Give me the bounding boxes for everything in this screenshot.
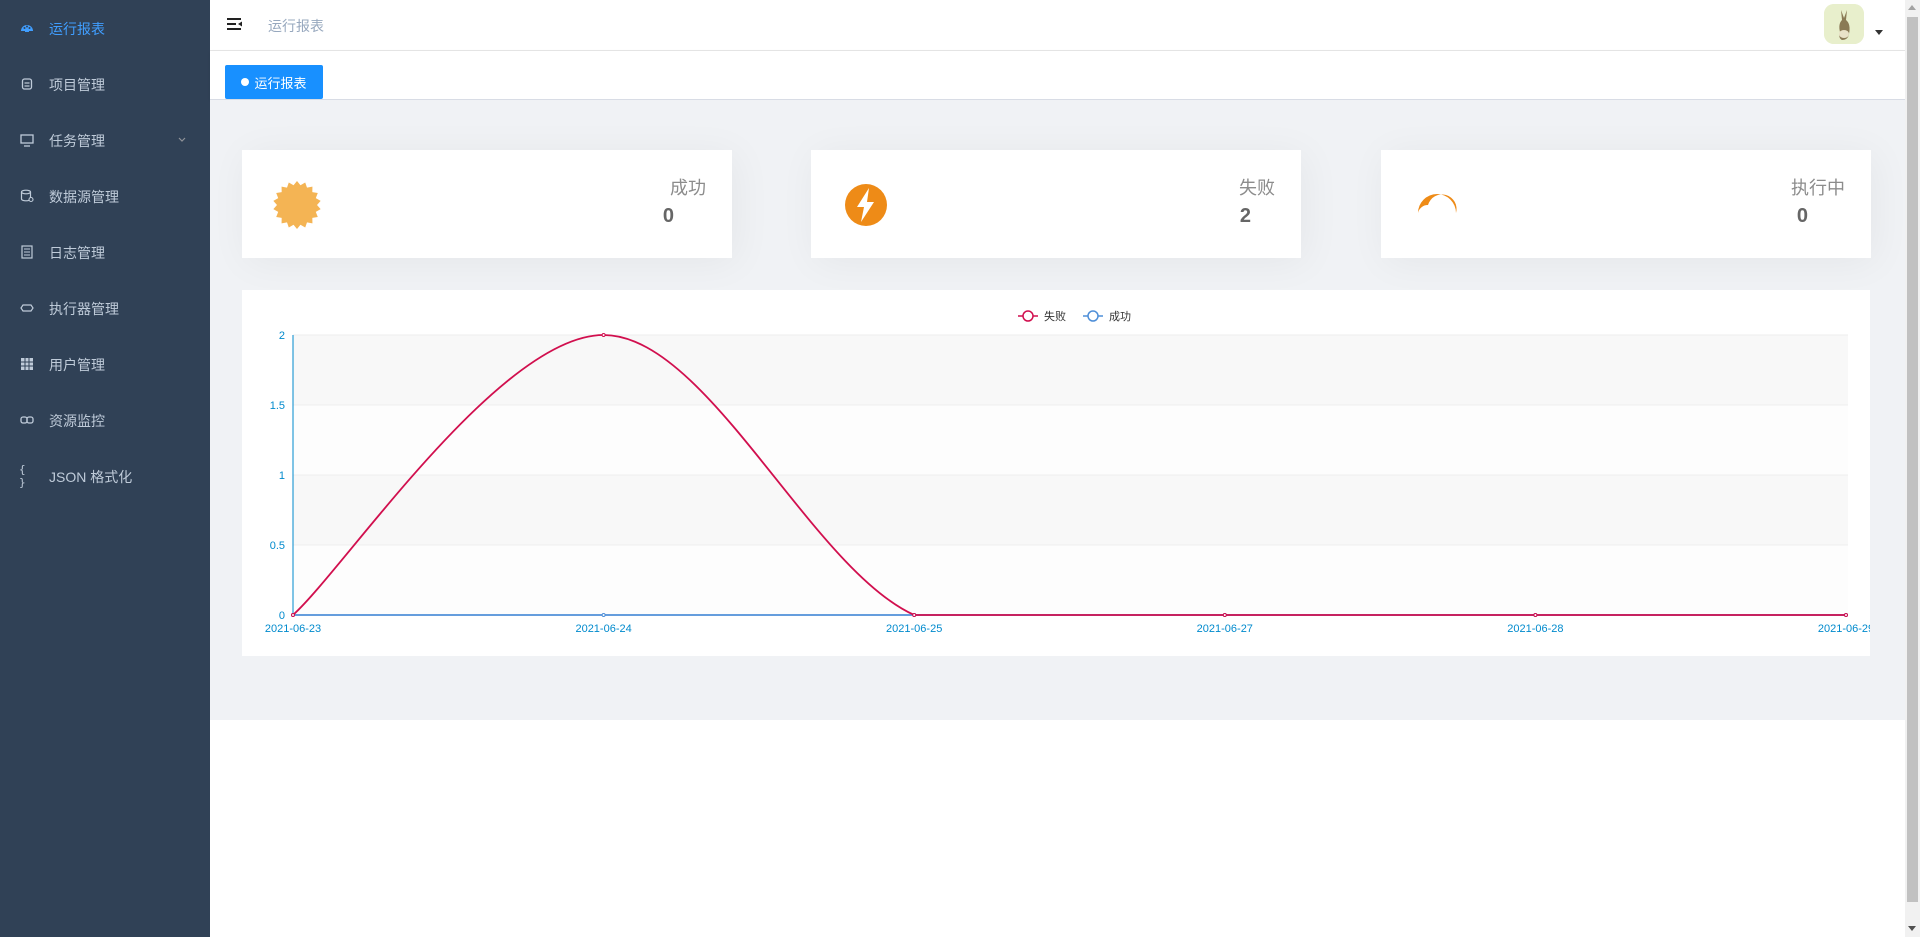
x-tick-label: 2021-06-29 xyxy=(1818,623,1870,635)
data-point xyxy=(291,613,295,617)
tags-view: 运行报表 xyxy=(210,51,1905,100)
sidebar-item-label: 执行器管理 xyxy=(49,301,119,317)
running-card: 执行中 0 xyxy=(1381,150,1871,258)
breadcrumb: 运行报表 xyxy=(268,18,324,34)
card-value: 0 xyxy=(662,205,674,227)
fail-card: 失败 2 xyxy=(811,150,1301,258)
sidebar-item-json[interactable]: { } JSON 格式化 xyxy=(0,449,210,505)
sidebar-item-label: 日志管理 xyxy=(49,245,105,261)
table-icon xyxy=(19,356,35,372)
sidebar-item-user[interactable]: 用户管理 xyxy=(0,337,210,393)
tab-label: 运行报表 xyxy=(254,75,307,91)
project-icon xyxy=(19,76,35,92)
caret-down-icon[interactable] xyxy=(1875,30,1883,35)
grid-band xyxy=(293,545,1848,615)
y-tick-label: 2 xyxy=(279,330,285,342)
sidebar-item-label: 项目管理 xyxy=(49,77,105,93)
sidebar-item-label: 数据源管理 xyxy=(49,189,119,205)
data-point xyxy=(601,613,606,617)
sidebar-item-label: 运行报表 xyxy=(49,21,105,37)
legend-marker xyxy=(1022,310,1034,322)
sidebar-item-datasource[interactable]: 数据源管理 xyxy=(0,169,210,225)
grid-band xyxy=(293,475,1848,545)
document-icon xyxy=(19,244,35,260)
scroll-thumb[interactable] xyxy=(1907,17,1918,902)
success-card: 成功 0 xyxy=(242,150,732,258)
card-label: 失败 xyxy=(1239,178,1275,198)
braces-icon: { } xyxy=(19,463,26,489)
sidebar-item-monitor[interactable]: 资源监控 xyxy=(0,393,210,449)
data-point xyxy=(1222,613,1227,617)
sidebar-item-label: 任务管理 xyxy=(49,133,105,149)
grid-band xyxy=(293,335,1848,405)
y-tick-label: 1 xyxy=(279,470,285,482)
legend-label: 失败 xyxy=(1044,309,1066,323)
data-point xyxy=(912,613,917,617)
scroll-up-arrow-icon[interactable] xyxy=(1908,5,1916,10)
card-value: 2 xyxy=(1239,205,1251,227)
sidebar-item-label: 资源监控 xyxy=(49,413,105,429)
x-tick-label: 2021-06-27 xyxy=(1197,623,1253,635)
sidebar-item-project[interactable]: 项目管理 xyxy=(0,57,210,113)
scrollbar[interactable] xyxy=(1905,0,1920,937)
chart-svg: 0 0.5 1 1.5 2 2021-06-23 2021-06-24 2021-06-25 2… xyxy=(265,309,1870,635)
scroll-down-arrow-icon[interactable] xyxy=(1908,926,1916,931)
sidebar: 运行报表 项目管理 任务管理 数据源管理 日志管理 执行器管理 用户管理 资源监… xyxy=(0,0,210,937)
x-tick-label: 2021-06-24 xyxy=(575,623,631,635)
legend-label: 成功 xyxy=(1109,310,1131,323)
x-tick-label: 2021-06-23 xyxy=(265,623,321,635)
moon-icon xyxy=(1411,180,1461,230)
sidebar-item-run-report[interactable]: 运行报表 xyxy=(0,1,210,57)
x-tick-label: 2021-06-25 xyxy=(886,623,942,635)
x-tick-label: 2021-06-28 xyxy=(1507,623,1563,635)
dashboard-icon xyxy=(19,20,35,36)
hamburger-icon[interactable] xyxy=(226,16,244,34)
card-value: 0 xyxy=(1796,205,1808,227)
grid-band xyxy=(293,405,1848,475)
sidebar-item-label: JSON 格式化 xyxy=(49,469,133,485)
line-chart: 0 0.5 1 1.5 2 2021-06-23 2021-06-24 2021-06-25 2… xyxy=(242,290,1870,656)
executor-icon xyxy=(19,300,35,316)
legend-marker xyxy=(1087,310,1099,322)
user-avatar[interactable] xyxy=(1824,4,1864,44)
sidebar-item-executor[interactable]: 执行器管理 xyxy=(0,281,210,337)
chevron-down-icon xyxy=(176,133,188,145)
tab-run-report[interactable]: 运行报表 xyxy=(225,65,323,99)
link-icon xyxy=(19,412,35,428)
card-label: 执行中 xyxy=(1791,178,1845,198)
monitor-icon xyxy=(19,132,35,148)
data-point xyxy=(1533,613,1538,617)
data-point xyxy=(1844,613,1848,617)
database-icon xyxy=(19,188,35,204)
navbar: 运行报表 xyxy=(210,0,1905,51)
y-tick-label: 0 xyxy=(279,610,285,622)
sidebar-item-log[interactable]: 日志管理 xyxy=(0,225,210,281)
sidebar-item-task[interactable]: 任务管理 xyxy=(0,113,210,169)
lightning-icon xyxy=(841,180,891,230)
data-point xyxy=(601,333,606,337)
dot-icon xyxy=(241,78,250,86)
sun-icon xyxy=(272,180,322,230)
card-label: 成功 xyxy=(670,178,706,198)
y-tick-label: 1.5 xyxy=(270,400,285,412)
sidebar-item-label: 用户管理 xyxy=(49,357,105,373)
y-tick-label: 0.5 xyxy=(270,540,285,552)
